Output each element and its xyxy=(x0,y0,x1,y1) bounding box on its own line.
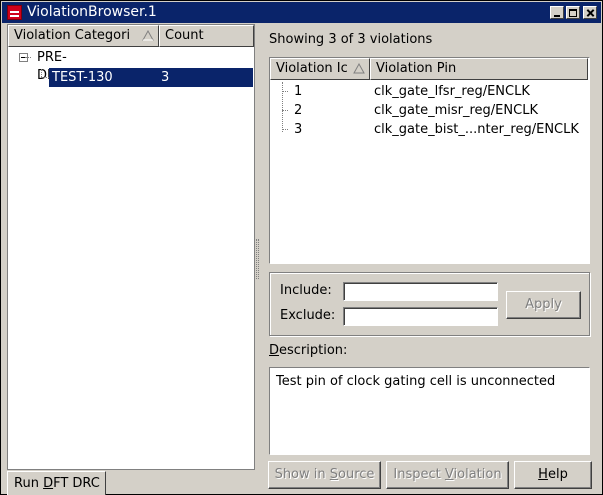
button-label-pre: Show in xyxy=(274,467,330,482)
violation-pin: clk_gate_bist_...nter_reg/ENCLK xyxy=(374,122,579,137)
tab-label-pre: Run xyxy=(14,476,44,491)
column-header-violation-pin[interactable]: Violation Pin xyxy=(370,58,588,80)
column-header-category[interactable]: Violation Categori xyxy=(8,25,159,47)
table-row[interactable]: 2 clk_gate_misr_reg/ENCLK xyxy=(270,101,588,120)
tree-connector xyxy=(25,57,31,58)
sort-ascending-icon xyxy=(353,63,365,74)
violation-id: 3 xyxy=(294,122,303,137)
tree-node-label: TEST-130 xyxy=(52,70,113,85)
violation-browser-window: ViolationBrowser.1 Violation Categori Co… xyxy=(0,0,603,495)
tab-run-dft-drc[interactable]: Run DFT DRC xyxy=(7,471,106,495)
filter-group: Include: Exclude: Apply xyxy=(269,272,590,336)
button-label-post: iolation xyxy=(453,467,502,482)
table-row[interactable]: 1 clk_gate_lfsr_reg/ENCLK xyxy=(270,82,588,101)
exclude-label: Exclude: xyxy=(280,308,336,323)
description-label-rest: escription: xyxy=(279,343,348,358)
inspect-violation-button[interactable]: Inspect Violation xyxy=(386,461,509,489)
column-header-category-label: Violation Categori xyxy=(14,28,131,43)
column-header-count-label: Count xyxy=(165,28,204,43)
button-label-post: ource xyxy=(338,467,375,482)
table-row[interactable]: 3 clk_gate_bist_...nter_reg/ENCLK xyxy=(270,120,588,139)
button-label-pre: Inspect xyxy=(393,467,445,482)
minimize-icon[interactable] xyxy=(550,6,564,19)
tree-node-test-130[interactable]: TEST-130 3 xyxy=(49,68,253,87)
pane-splitter-handle[interactable] xyxy=(256,239,259,279)
description-text: Test pin of clock gating cell is unconne… xyxy=(276,374,556,389)
column-header-violation-id-label: Violation Ic xyxy=(276,61,348,76)
tree-node-count: 3 xyxy=(161,70,170,85)
tree-connector xyxy=(41,77,49,78)
column-header-count[interactable]: Count xyxy=(159,25,254,47)
description-text-area[interactable]: Test pin of clock gating cell is unconne… xyxy=(269,367,590,455)
column-header-violation-id[interactable]: Violation Ic xyxy=(270,58,370,80)
show-in-source-button[interactable]: Show in Source xyxy=(268,461,381,489)
violations-summary: Showing 3 of 3 violations xyxy=(269,32,433,47)
violation-pin: clk_gate_lfsr_reg/ENCLK xyxy=(374,84,530,99)
description-label: Description: xyxy=(269,343,347,359)
button-label-mnemonic: V xyxy=(444,467,454,482)
include-field[interactable] xyxy=(343,282,498,301)
description-label-mnemonic: D xyxy=(269,343,280,358)
window-title: ViolationBrowser.1 xyxy=(27,4,157,20)
exclude-field[interactable] xyxy=(343,307,498,326)
violation-id: 2 xyxy=(294,103,303,118)
include-label: Include: xyxy=(280,283,332,298)
title-bar[interactable]: ViolationBrowser.1 xyxy=(2,2,601,23)
tab-label-mnemonic: D xyxy=(43,476,54,491)
category-tree-panel: Violation Categori Count PRE-DFT TEST-13… xyxy=(7,24,255,470)
close-icon[interactable] xyxy=(583,6,597,19)
violations-table: Violation Ic Violation Pin 1 clk_gate_lf… xyxy=(269,57,590,264)
violation-id: 1 xyxy=(294,84,303,99)
button-label-mnemonic: S xyxy=(329,467,339,482)
tree-connector xyxy=(41,69,42,77)
violation-pin: clk_gate_misr_reg/ENCLK xyxy=(374,103,538,118)
maximize-icon[interactable] xyxy=(566,6,580,19)
button-label-mnemonic: H xyxy=(538,467,548,482)
sort-ascending-icon xyxy=(142,30,154,41)
app-icon xyxy=(7,5,22,20)
apply-button[interactable]: Apply xyxy=(506,291,581,319)
help-button[interactable]: Help xyxy=(514,461,592,489)
button-label-post: elp xyxy=(547,467,568,482)
column-header-violation-pin-label: Violation Pin xyxy=(376,61,457,76)
tab-label-post: FT DRC xyxy=(53,476,100,491)
